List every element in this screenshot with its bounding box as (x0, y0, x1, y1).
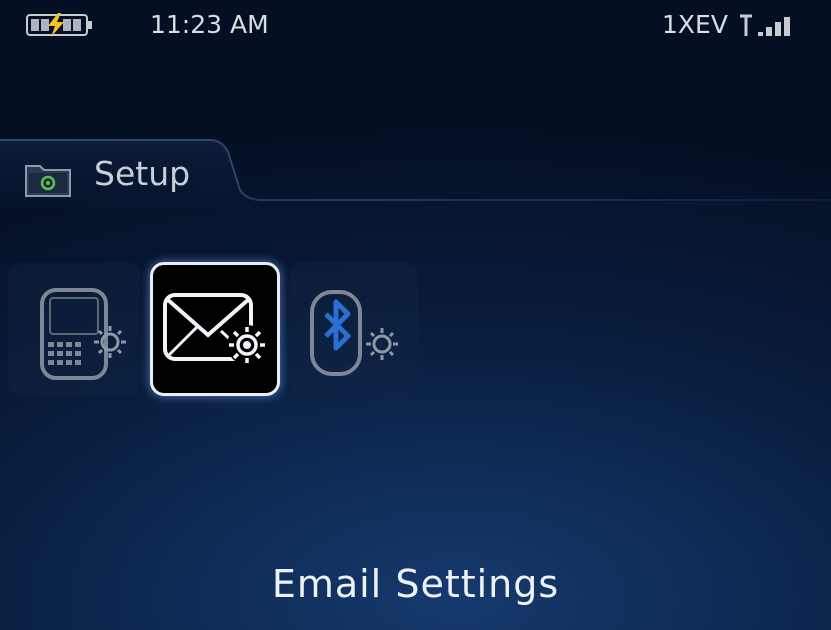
folder-tab[interactable]: Setup (0, 136, 831, 208)
email-settings-app[interactable] (150, 262, 280, 396)
email-settings-icon (163, 293, 267, 365)
device-settings-icon (40, 288, 126, 380)
signal-strength-icon (740, 14, 790, 36)
home-screen: 11:23 AM 1XEV Setup Email Settings (0, 0, 831, 630)
folder-label: Setup (94, 154, 191, 193)
status-time: 11:23 AM (150, 10, 269, 39)
network-type: 1XEV (662, 10, 728, 39)
charging-battery-icon (26, 13, 92, 37)
bluetooth-settings-app[interactable] (290, 262, 418, 396)
folder-gear-icon (25, 165, 71, 197)
status-bar: 11:23 AM 1XEV (0, 0, 831, 52)
device-settings-app[interactable] (8, 262, 140, 396)
app-icon-row (0, 262, 831, 407)
selected-app-label: Email Settings (271, 562, 560, 606)
bluetooth-settings-icon (310, 290, 398, 376)
